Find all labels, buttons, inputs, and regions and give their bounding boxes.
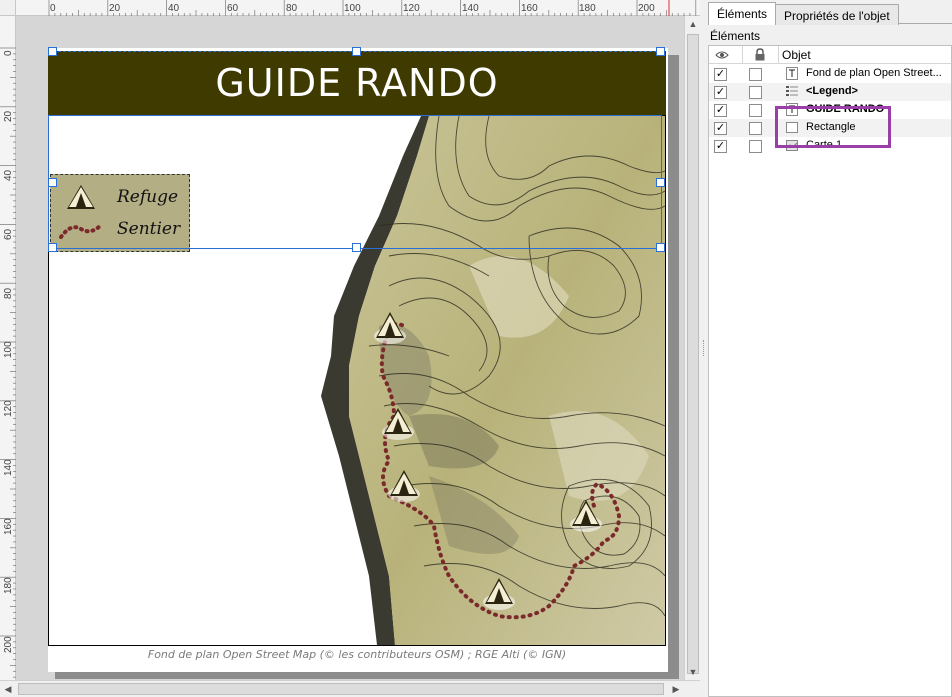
ruler-top-label: 100 xyxy=(344,3,361,14)
attribution-label[interactable]: Fond de plan Open Street Map (© les cont… xyxy=(48,648,666,661)
scroll-right-arrow[interactable]: ▶ xyxy=(668,681,684,697)
dotted-trail-icon xyxy=(59,223,103,239)
panel-heading: Éléments xyxy=(710,29,761,43)
ruler-top-label: 80 xyxy=(286,3,298,14)
resize-handle-bottom-left[interactable] xyxy=(48,243,57,252)
ruler-corner xyxy=(0,0,16,16)
tree-row-rectangle[interactable]: ✓ Rectangle xyxy=(709,119,951,137)
tree-row-label: Carte 1 xyxy=(806,139,843,151)
visibility-checkbox[interactable]: ✓ xyxy=(714,68,727,81)
lock-checkbox[interactable] xyxy=(749,86,762,99)
scroll-down-arrow[interactable]: ▼ xyxy=(685,664,701,680)
scroll-left-arrow[interactable]: ◀ xyxy=(0,681,16,697)
tree-row-label: Rectangle xyxy=(806,121,856,133)
legend-item[interactable]: Refuge Sentier xyxy=(50,174,190,252)
resize-handle-middle-right[interactable] xyxy=(656,178,665,187)
rectangle-icon xyxy=(786,122,798,133)
ruler-top-label: 40 xyxy=(168,3,180,14)
ruler-left-label: 100 xyxy=(3,341,14,358)
resize-handle-top-right[interactable] xyxy=(656,47,665,56)
legend-row-sentier: Sentier xyxy=(51,213,191,245)
lock-icon xyxy=(755,48,765,61)
ruler-left-label: 200 xyxy=(3,636,14,653)
ruler-top-label: 180 xyxy=(579,3,596,14)
vertical-ruler[interactable]: 0 20 40 60 80 100 120 140 160 180 200 xyxy=(0,16,16,680)
vertical-scroll-thumb[interactable] xyxy=(687,34,699,674)
horizontal-ruler-ticks: 0 20 40 60 80 100 120 140 160 180 200 xyxy=(48,0,697,16)
ruler-left-label: 160 xyxy=(3,518,14,535)
elements-panel-body: Éléments Objet ✓ Fond de plan Open Stree… xyxy=(708,25,952,697)
title-banner[interactable]: GUIDE RANDO xyxy=(48,51,666,115)
lock-checkbox[interactable] xyxy=(749,140,762,153)
legend-row-refuge: Refuge xyxy=(51,181,191,213)
text-icon xyxy=(786,67,798,80)
horizontal-scrollbar[interactable]: ◀ ▶ xyxy=(0,680,700,697)
ruler-left-label: 60 xyxy=(3,228,14,240)
vertical-ruler-ticks: 0 20 40 60 80 100 120 140 160 180 200 xyxy=(0,47,16,678)
ruler-top-label: 120 xyxy=(403,3,420,14)
layout-canvas-area: 0 20 40 60 80 100 120 140 160 180 200 0 … xyxy=(0,0,700,697)
ruler-left-label: 40 xyxy=(3,169,14,181)
layout-title-label[interactable]: GUIDE RANDO xyxy=(215,61,498,105)
tree-row-title[interactable]: ✓ GUIDE RANDO xyxy=(709,101,951,119)
panel-splitter[interactable] xyxy=(700,0,708,697)
visibility-checkbox[interactable]: ✓ xyxy=(714,140,727,153)
text-icon xyxy=(786,103,798,116)
ruler-top-label: 0 xyxy=(50,3,56,14)
ruler-left-label: 120 xyxy=(3,400,14,417)
horizontal-scroll-thumb[interactable] xyxy=(18,683,664,695)
legend-label-refuge: Refuge xyxy=(117,187,179,207)
lock-checkbox[interactable] xyxy=(749,122,762,135)
ruler-left-label: 140 xyxy=(3,459,14,476)
column-locked[interactable] xyxy=(743,46,779,64)
ruler-left-label: 20 xyxy=(3,110,14,122)
map-icon xyxy=(786,140,798,151)
items-panel: Éléments Propriétés de l'objet Éléments xyxy=(708,0,952,697)
tree-row-label: <Legend> xyxy=(806,85,858,97)
legend-label-sentier: Sentier xyxy=(117,219,181,239)
tree-row-label: Fond de plan Open Street... xyxy=(806,67,942,79)
resize-handle-top-center[interactable] xyxy=(352,47,361,56)
resize-handle-bottom-center[interactable] xyxy=(352,243,361,252)
layout-page[interactable]: GUIDE RANDO Refuge Sentier Fond de plan … xyxy=(48,47,668,672)
layout-workspace[interactable]: GUIDE RANDO Refuge Sentier Fond de plan … xyxy=(16,16,684,680)
ruler-left-label: 180 xyxy=(3,577,14,594)
ruler-left-label: 80 xyxy=(3,287,14,299)
column-object[interactable]: Objet xyxy=(779,46,951,64)
splitter-grip[interactable] xyxy=(703,340,705,356)
resize-handle-middle-left[interactable] xyxy=(48,178,57,187)
tab-elements[interactable]: Éléments xyxy=(708,2,777,25)
ruler-top-label: 200 xyxy=(638,3,655,14)
scroll-up-arrow[interactable]: ▲ xyxy=(685,16,701,32)
vertical-scrollbar[interactable]: ▲ ▼ xyxy=(684,16,700,680)
tab-item-properties[interactable]: Propriétés de l'objet xyxy=(775,4,899,25)
tree-row-attribution[interactable]: ✓ Fond de plan Open Street... xyxy=(709,65,951,83)
elements-tree[interactable]: Objet ✓ Fond de plan Open Street... ✓ <L… xyxy=(708,45,952,697)
print-layout-window: 0 20 40 60 80 100 120 140 160 180 200 0 … xyxy=(0,0,952,697)
horizontal-ruler[interactable]: 0 20 40 60 80 100 120 140 160 180 200 xyxy=(16,0,700,16)
resize-handle-top-left[interactable] xyxy=(48,47,57,56)
ruler-top-label: 20 xyxy=(109,3,121,14)
visibility-checkbox[interactable]: ✓ xyxy=(714,104,727,117)
eye-icon xyxy=(715,51,729,59)
tent-icon xyxy=(67,185,95,209)
ruler-top-label: 160 xyxy=(521,3,538,14)
tree-row-map[interactable]: ✓ Carte 1 xyxy=(709,137,951,155)
lock-checkbox[interactable] xyxy=(749,104,762,117)
tree-header: Objet xyxy=(709,46,951,64)
ruler-left-label: 0 xyxy=(3,50,14,56)
column-visible[interactable] xyxy=(709,46,743,64)
visibility-checkbox[interactable]: ✓ xyxy=(714,122,727,135)
tree-row-label: GUIDE RANDO xyxy=(806,103,885,115)
legend-icon xyxy=(786,86,798,96)
ruler-top-label: 140 xyxy=(462,3,479,14)
ruler-top-label: 60 xyxy=(227,3,239,14)
panel-tabs: Éléments Propriétés de l'objet xyxy=(708,2,952,25)
lock-checkbox[interactable] xyxy=(749,68,762,81)
resize-handle-bottom-right[interactable] xyxy=(656,243,665,252)
visibility-checkbox[interactable]: ✓ xyxy=(714,86,727,99)
tree-row-legend[interactable]: ✓ <Legend> xyxy=(709,83,951,101)
